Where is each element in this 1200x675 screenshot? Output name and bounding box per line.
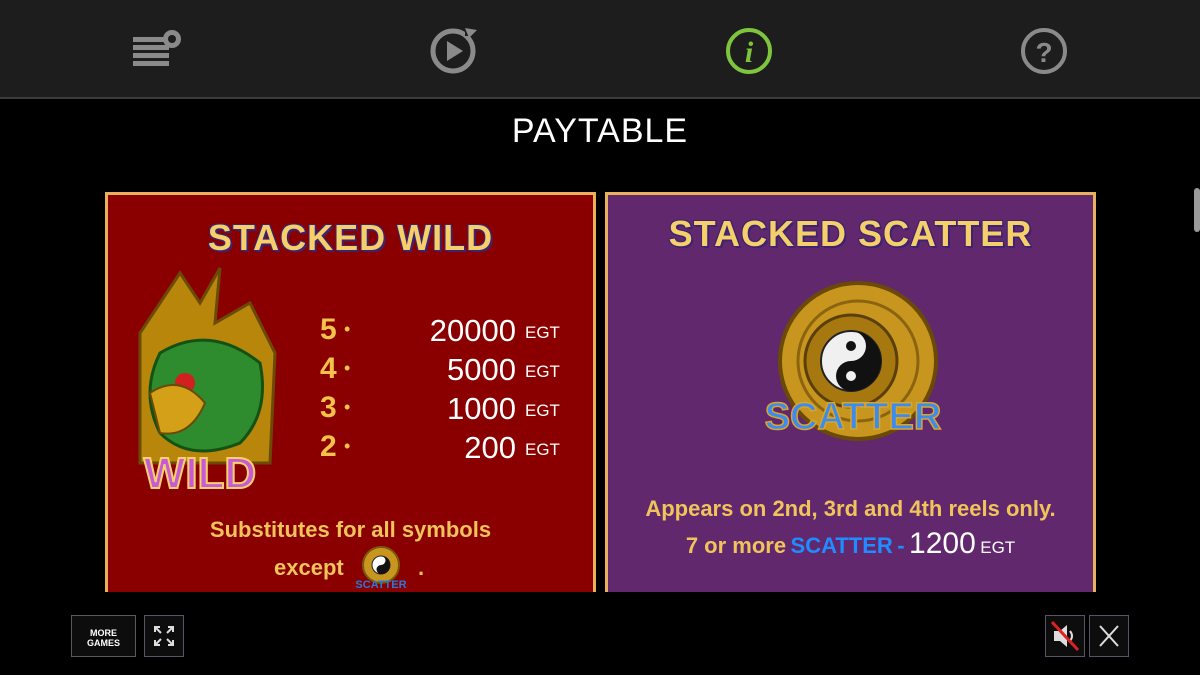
more-games-label-line1: MORE <box>90 628 117 638</box>
bet-settings-icon <box>133 30 181 66</box>
scatter-symbol-label: SCATTER <box>765 396 942 438</box>
payout-value: 20000 <box>429 313 516 348</box>
payout-unit: EGT <box>525 362 560 381</box>
info-icon: i <box>726 28 772 74</box>
payout-bullet: • <box>344 436 351 456</box>
scatter-line2-keyword: SCATTER <box>790 533 893 558</box>
payout-unit: EGT <box>525 401 560 420</box>
scrollbar-thumb[interactable] <box>1194 188 1200 232</box>
wild-description-period: . <box>417 555 425 580</box>
sound-toggle-button[interactable] <box>1045 615 1085 657</box>
bet-settings-button[interactable] <box>128 24 184 78</box>
payout-value: 1000 <box>447 391 516 426</box>
payout-unit: EGT <box>525 323 560 342</box>
payout-count: 4 <box>320 352 337 385</box>
wild-dragon-symbol: WILD <box>138 267 277 499</box>
info-button[interactable]: i <box>721 24 777 78</box>
scatter-symbol: SCATTER <box>764 281 942 441</box>
wild-description-except: except <box>274 555 344 580</box>
help-button[interactable]: ? <box>1016 24 1072 78</box>
wild-symbol-label: WILD <box>144 449 256 498</box>
fullscreen-button[interactable] <box>144 615 184 657</box>
more-games-button[interactable]: MORE GAMES <box>71 615 136 657</box>
payout-bullet: • <box>344 319 351 339</box>
payout-row: 4 • 5000 EGT <box>320 352 580 390</box>
payout-bullet: • <box>344 397 351 417</box>
page-title: PAYTABLE <box>511 112 689 150</box>
payout-row: 3 • 1000 EGT <box>320 391 580 429</box>
close-icon <box>1099 625 1119 647</box>
wild-panel: STACKED WILD WILD 5 • 20000 EGT 4 • 5000… <box>105 192 596 592</box>
svg-text:i: i <box>745 36 754 69</box>
scatter-panel-title: STACKED SCATTER <box>668 213 1033 254</box>
scatter-line2-unit: EGT <box>980 538 1016 557</box>
scatter-description-line1: Appears on 2nd, 3rd and 4th reels only. <box>645 496 1056 521</box>
help-icon: ? <box>1021 28 1067 74</box>
wild-panel-title: STACKED WILD <box>207 217 494 258</box>
autoplay-icon <box>430 26 477 74</box>
top-toolbar: i ? <box>0 0 1200 99</box>
autoplay-button[interactable] <box>425 24 481 78</box>
payout-value: 200 <box>464 430 516 465</box>
scatter-mini-icon: SCATTER <box>355 546 406 591</box>
sound-muted-icon <box>1050 620 1080 652</box>
scatter-panel: STACKED SCATTER SCATTER Appears on 2nd, … <box>605 192 1096 592</box>
svg-text:?: ? <box>1035 37 1052 68</box>
fullscreen-icon <box>154 626 174 646</box>
payout-bullet: • <box>344 358 351 378</box>
scatter-description-line2: 7 or more SCATTER - 1200 EGT <box>608 527 1093 561</box>
scatter-line2-prefix: 7 or more <box>685 533 787 558</box>
payout-count: 2 <box>320 430 337 463</box>
scatter-mini-label: SCATTER <box>355 579 406 591</box>
scatter-line2-dash: - <box>897 533 905 558</box>
scatter-line2-value: 1200 <box>909 527 976 560</box>
wild-description-line1: Substitutes for all symbols <box>209 517 492 542</box>
payout-row: 2 • 200 EGT <box>320 430 580 468</box>
payout-value: 5000 <box>447 352 516 387</box>
more-games-label-line2: GAMES <box>86 638 120 648</box>
close-button[interactable] <box>1089 615 1129 657</box>
payout-count: 5 <box>320 313 337 346</box>
payout-unit: EGT <box>525 440 560 459</box>
wild-description-line2: except SCATTER . <box>108 545 593 591</box>
payout-count: 3 <box>320 391 337 424</box>
payout-row: 5 • 20000 EGT <box>320 313 580 351</box>
